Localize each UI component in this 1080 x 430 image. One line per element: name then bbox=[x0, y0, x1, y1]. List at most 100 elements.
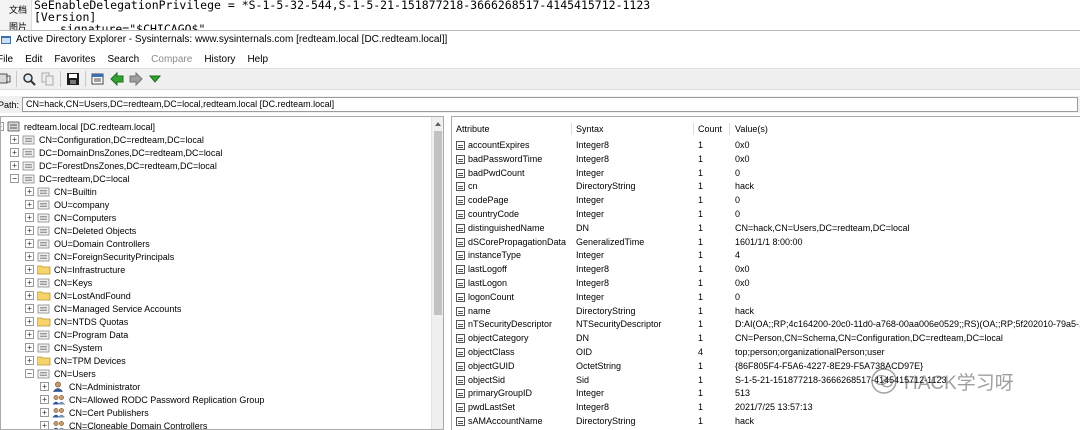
tree-node-label[interactable]: CN=System bbox=[54, 343, 102, 353]
tree-node-label[interactable]: CN=TPM Devices bbox=[54, 356, 126, 366]
forward-icon[interactable] bbox=[128, 71, 144, 87]
sidebar-label-pictures[interactable]: 图片 bbox=[9, 20, 27, 30]
attribute-row[interactable]: pwdLastSet Integer8 1 2021/7/25 13:57:13 bbox=[452, 401, 1080, 414]
tree-node-label[interactable]: CN=Cert Publishers bbox=[69, 408, 149, 418]
save-icon[interactable] bbox=[65, 71, 81, 87]
tree-node-label[interactable]: OU=Domain Controllers bbox=[54, 239, 150, 249]
attribute-row[interactable]: cn DirectoryString 1 hack bbox=[452, 180, 1080, 193]
menu-item-favorites[interactable]: Favorites bbox=[54, 54, 95, 65]
tree-node[interactable]: + CN=Infrastructure bbox=[25, 263, 125, 276]
tree-node-label[interactable]: CN=LostAndFound bbox=[54, 291, 131, 301]
sidebar-label-documents[interactable]: 文档 bbox=[9, 3, 27, 16]
expand-icon[interactable]: + bbox=[25, 239, 34, 248]
attribute-row[interactable]: lastLogon Integer8 1 0x0 bbox=[452, 277, 1080, 290]
tree-node[interactable]: + CN=TPM Devices bbox=[25, 354, 126, 367]
attribute-row[interactable]: badPwdCount Integer 1 0 bbox=[452, 167, 1080, 180]
attribute-row[interactable]: nTSecurityDescriptor NTSecurityDescriptor… bbox=[452, 318, 1080, 331]
expand-icon[interactable]: + bbox=[10, 161, 19, 170]
tree-node-label[interactable]: CN=Keys bbox=[54, 278, 92, 288]
path-input[interactable]: CN=hack,CN=Users,DC=redteam,DC=local,red… bbox=[22, 97, 1078, 112]
tree-node-label[interactable]: DC=redteam,DC=local bbox=[39, 174, 130, 184]
column-header-values[interactable]: Value(s) bbox=[735, 124, 768, 134]
tree-node-label[interactable]: CN=NTDS Quotas bbox=[54, 317, 128, 327]
expand-icon[interactable]: + bbox=[25, 200, 34, 209]
tree-node-label[interactable]: CN=Managed Service Accounts bbox=[54, 304, 181, 314]
expand-icon[interactable]: + bbox=[25, 330, 34, 339]
column-divider[interactable] bbox=[571, 123, 572, 135]
expand-icon[interactable]: + bbox=[10, 148, 19, 157]
menu-item-edit[interactable]: Edit bbox=[25, 54, 42, 65]
expand-icon[interactable]: + bbox=[10, 135, 19, 144]
tree-node-label[interactable]: CN=Computers bbox=[54, 213, 116, 223]
expand-icon[interactable]: + bbox=[25, 278, 34, 287]
attribute-row[interactable]: instanceType Integer 1 4 bbox=[452, 249, 1080, 262]
attribute-row[interactable]: distinguishedName DN 1 CN=hack,CN=Users,DC=… bbox=[452, 222, 1080, 235]
back-icon[interactable] bbox=[109, 71, 125, 87]
expand-icon[interactable]: + bbox=[25, 291, 34, 300]
tree-node-label[interactable]: DC=ForestDnsZones,DC=redteam,DC=local bbox=[39, 161, 217, 171]
scrollbar-thumb[interactable] bbox=[434, 131, 442, 315]
tree-node[interactable]: + CN=Managed Service Accounts bbox=[25, 302, 181, 315]
expand-icon[interactable]: + bbox=[25, 265, 34, 274]
tree-node[interactable]: + CN=Cloneable Domain Controllers bbox=[40, 419, 207, 429]
tree-node-label[interactable]: CN=ForeignSecurityPrincipals bbox=[54, 252, 174, 262]
tree-node[interactable]: + CN=Deleted Objects bbox=[25, 224, 136, 237]
expand-icon[interactable]: + bbox=[25, 356, 34, 365]
attribute-row[interactable]: sAMAccountName DirectoryString 1 hack bbox=[452, 415, 1080, 428]
object-tree[interactable]: − redteam.local [DC.redteam.local] + CN=Con… bbox=[0, 116, 444, 430]
tree-node-label[interactable]: CN=Allowed RODC Password Replication Gro… bbox=[69, 395, 264, 405]
attribute-row[interactable]: name DirectoryString 1 hack bbox=[452, 305, 1080, 318]
expand-icon[interactable]: + bbox=[25, 252, 34, 261]
tree-node-label[interactable]: CN=Builtin bbox=[54, 187, 97, 197]
title-bar[interactable]: Active Directory Explorer - Sysinternals… bbox=[0, 30, 1080, 48]
column-divider[interactable] bbox=[729, 123, 730, 135]
expand-icon[interactable]: + bbox=[40, 421, 49, 429]
scroll-up-icon[interactable] bbox=[435, 122, 441, 126]
tree-node[interactable]: + CN=LostAndFound bbox=[25, 289, 131, 302]
collapse-icon[interactable]: − bbox=[1, 122, 4, 131]
connect-icon[interactable] bbox=[0, 71, 12, 87]
tree-node[interactable]: + CN=Program Data bbox=[25, 328, 128, 341]
attribute-row[interactable]: logonCount Integer 1 0 bbox=[452, 291, 1080, 304]
tree-node[interactable]: + DC=ForestDnsZones,DC=redteam,DC=local bbox=[10, 159, 217, 172]
expand-icon[interactable]: + bbox=[25, 343, 34, 352]
attribute-row[interactable]: objectCategory DN 1 CN=Person,CN=Schema,CN=… bbox=[452, 332, 1080, 345]
tree-node[interactable]: + CN=System bbox=[25, 341, 102, 354]
menu-item-file[interactable]: File bbox=[0, 54, 13, 65]
expand-icon[interactable]: + bbox=[25, 304, 34, 313]
tree-node-label[interactable]: CN=Deleted Objects bbox=[54, 226, 136, 236]
column-divider[interactable] bbox=[693, 123, 694, 135]
tree-node[interactable]: + DC=DomainDnsZones,DC=redteam,DC=local bbox=[10, 146, 222, 159]
expand-icon[interactable]: + bbox=[40, 408, 49, 417]
tree-node[interactable]: + CN=ForeignSecurityPrincipals bbox=[25, 250, 174, 263]
attribute-row[interactable]: countryCode Integer 1 0 bbox=[452, 208, 1080, 221]
menu-item-search[interactable]: Search bbox=[107, 54, 139, 65]
history-dropdown-icon[interactable] bbox=[147, 71, 163, 87]
tree-scrollbar[interactable] bbox=[431, 117, 443, 429]
properties-icon[interactable] bbox=[90, 71, 106, 87]
tree-node[interactable]: + CN=Builtin bbox=[25, 185, 97, 198]
collapse-icon[interactable]: − bbox=[10, 174, 19, 183]
tree-node[interactable]: + CN=Allowed RODC Password Replication Gr… bbox=[40, 393, 264, 406]
attribute-row[interactable]: dSCorePropagationData GeneralizedTime 1 160… bbox=[452, 236, 1080, 249]
tree-node[interactable]: − DC=redteam,DC=local bbox=[10, 172, 130, 185]
tree-node-label[interactable]: OU=company bbox=[54, 200, 109, 210]
column-header-syntax[interactable]: Syntax bbox=[576, 124, 604, 134]
expand-icon[interactable]: + bbox=[25, 226, 34, 235]
expand-icon[interactable]: + bbox=[25, 187, 34, 196]
column-header-count[interactable]: Count bbox=[698, 124, 722, 134]
expand-icon[interactable]: + bbox=[40, 395, 49, 404]
menu-item-history[interactable]: History bbox=[204, 54, 235, 65]
attribute-row[interactable]: codePage Integer 1 0 bbox=[452, 194, 1080, 207]
tree-node[interactable]: − CN=Users bbox=[25, 367, 96, 380]
tree-node-label[interactable]: CN=Infrastructure bbox=[54, 265, 125, 275]
search-icon[interactable] bbox=[21, 71, 37, 87]
tree-node-label[interactable]: CN=Program Data bbox=[54, 330, 128, 340]
tree-node[interactable]: + CN=Cert Publishers bbox=[40, 406, 149, 419]
expand-icon[interactable]: + bbox=[25, 317, 34, 326]
attribute-row[interactable]: badPasswordTime Integer8 1 0x0 bbox=[452, 153, 1080, 166]
attribute-row[interactable]: accountExpires Integer8 1 0x0 bbox=[452, 139, 1080, 152]
tree-node-label[interactable]: CN=Administrator bbox=[69, 382, 140, 392]
tree-node-label[interactable]: DC=DomainDnsZones,DC=redteam,DC=local bbox=[39, 148, 222, 158]
menu-item-help[interactable]: Help bbox=[247, 54, 268, 65]
